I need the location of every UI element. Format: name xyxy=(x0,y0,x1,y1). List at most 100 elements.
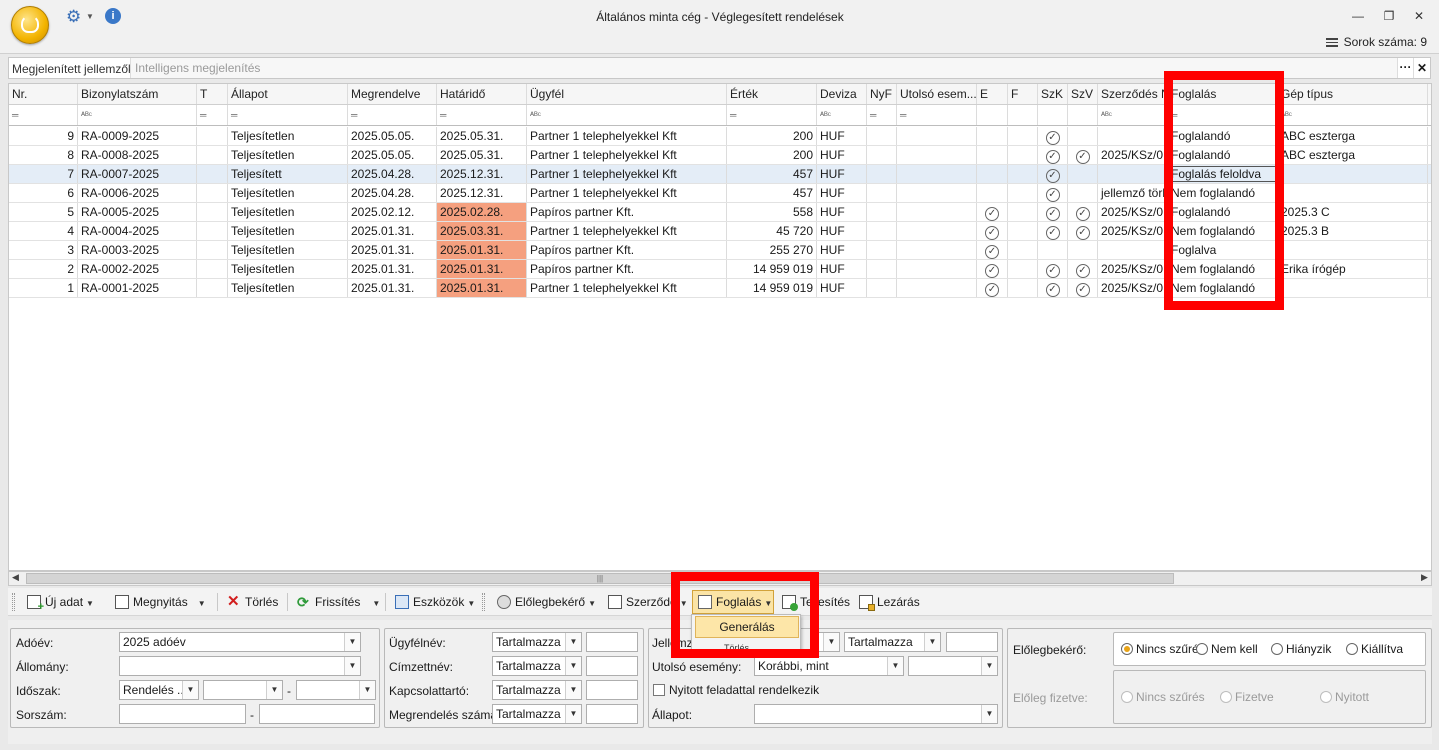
chevron-down-icon[interactable]: ▼ xyxy=(372,599,380,608)
cell-allapot[interactable]: Teljesítetlen xyxy=(228,222,348,240)
period-from-select[interactable]: ▼ xyxy=(203,680,283,700)
cell-f[interactable] xyxy=(1008,241,1038,259)
column-header-e[interactable]: E xyxy=(977,84,1008,104)
cell-szk[interactable]: ✓ xyxy=(1038,127,1068,145)
cell-fogl[interactable]: Foglalás feloldva xyxy=(1168,165,1278,183)
column-filter-ugyfel[interactable]: ᴬᴮᶜ xyxy=(527,105,727,125)
chevron-down-icon[interactable]: ▼ xyxy=(86,12,94,21)
column-filter-utolso[interactable]: ═ xyxy=(897,105,977,125)
refresh-button[interactable]: ⟳ Frissítés ▼ xyxy=(297,590,380,614)
cell-hat[interactable]: 2025.01.31. xyxy=(437,241,527,259)
toolbar-grip[interactable] xyxy=(12,593,15,611)
cell-deviza[interactable]: HUF xyxy=(817,279,867,297)
clear-properties-button[interactable]: ✕ xyxy=(1413,58,1430,78)
cell-t[interactable] xyxy=(197,165,228,183)
cell-t[interactable] xyxy=(197,241,228,259)
column-filter-szerz[interactable]: ᴬᴮᶜ xyxy=(1098,105,1168,125)
cell-gep[interactable]: 2025.3 B xyxy=(1278,222,1428,240)
checkbox-icon[interactable] xyxy=(653,683,665,696)
cell-nyf[interactable] xyxy=(867,203,897,221)
cell-allapot[interactable]: Teljesítetlen xyxy=(228,203,348,221)
radio-icon[interactable] xyxy=(1271,642,1283,655)
cell-deviza[interactable]: HUF xyxy=(817,184,867,202)
cell-gep[interactable] xyxy=(1278,184,1428,202)
cell-fogl[interactable]: Nem foglalandó xyxy=(1168,184,1278,202)
cell-megr[interactable]: 2025.05.05. xyxy=(348,127,437,145)
column-header-ertek[interactable]: Érték xyxy=(727,84,817,104)
cell-nyf[interactable] xyxy=(867,260,897,278)
cell-ugyfel[interactable]: Papíros partner Kft. xyxy=(527,203,727,221)
prepay-opt-not-needed[interactable]: Nem kell xyxy=(1196,642,1258,656)
more-options-button[interactable]: ··· xyxy=(1397,58,1413,78)
cell-deviza[interactable]: HUF xyxy=(817,222,867,240)
table-row[interactable]: 6 RA-0006-2025 Teljesítetlen 2025.04.28. 202… xyxy=(9,184,1431,203)
serial-from-input[interactable] xyxy=(119,704,246,724)
cell-szv[interactable] xyxy=(1068,165,1098,183)
cell-f[interactable] xyxy=(1008,222,1038,240)
table-row[interactable]: 2 RA-0002-2025 Teljesítetlen 2025.01.31. 202… xyxy=(9,260,1431,279)
prepay-opt-issued[interactable]: Kiállítva xyxy=(1346,642,1403,656)
grid-filter-row[interactable]: ═ ᴬᴮᶜ ═ ═ ═ ═ ᴬᴮᶜ ═ ᴬᴮᶜ ═ ═ ᴬᴮᶜ ═ ᴬᴮᶜ xyxy=(9,105,1431,126)
recipient-name-input[interactable] xyxy=(586,656,638,676)
cell-ugyfel[interactable]: Partner 1 telephelyekkel Kft xyxy=(527,127,727,145)
cell-e[interactable]: ✓ xyxy=(977,222,1008,240)
order-number-operator[interactable]: Tartalmazza ▼ xyxy=(492,704,582,724)
close-order-button[interactable]: Lezárás xyxy=(859,590,920,614)
cell-nyf[interactable] xyxy=(867,127,897,145)
cell-nyf[interactable] xyxy=(867,165,897,183)
prepayment-request-button[interactable]: Előlegbekérő ▼ xyxy=(497,590,596,614)
period-type-select[interactable]: Rendelés ... ▼ xyxy=(119,680,199,700)
cell-allapot[interactable]: Teljesített xyxy=(228,165,348,183)
chevron-down-icon[interactable]: ▼ xyxy=(823,633,839,651)
column-filter-f[interactable] xyxy=(1008,105,1038,125)
column-header-szv[interactable]: SzV xyxy=(1068,84,1098,104)
chevron-down-icon[interactable]: ▼ xyxy=(764,599,772,608)
cell-t[interactable] xyxy=(197,203,228,221)
cell-allapot[interactable]: Teljesítetlen xyxy=(228,260,348,278)
cell-deviza[interactable]: HUF xyxy=(817,146,867,164)
cell-f[interactable] xyxy=(1008,260,1038,278)
cell-hat[interactable]: 2025.05.31. xyxy=(437,127,527,145)
cell-deviza[interactable]: HUF xyxy=(817,203,867,221)
cell-szerz[interactable] xyxy=(1098,127,1168,145)
column-header-f[interactable]: F xyxy=(1008,84,1038,104)
period-to-select[interactable]: ▼ xyxy=(296,680,376,700)
order-number-input[interactable] xyxy=(586,704,638,724)
cell-nr[interactable]: 2 xyxy=(9,260,78,278)
column-filter-e[interactable] xyxy=(977,105,1008,125)
cell-fogl[interactable]: Foglalva xyxy=(1168,241,1278,259)
new-data-button[interactable]: + Új adat ▼ xyxy=(27,590,94,614)
cell-hat[interactable]: 2025.12.31. xyxy=(437,165,527,183)
column-filter-megr[interactable]: ═ xyxy=(348,105,437,125)
cell-ertek[interactable]: 558 xyxy=(727,203,817,221)
cell-ertek[interactable]: 45 720 xyxy=(727,222,817,240)
column-filter-fogl[interactable]: ═ xyxy=(1168,105,1278,125)
cell-hat[interactable]: 2025.03.31. xyxy=(437,222,527,240)
cell-fogl[interactable]: Foglalandó xyxy=(1168,146,1278,164)
column-filter-biz[interactable]: ᴬᴮᶜ xyxy=(78,105,197,125)
chevron-down-icon[interactable]: ▼ xyxy=(588,599,596,608)
open-button[interactable]: Megnyitás ▼ xyxy=(115,590,206,614)
chevron-down-icon[interactable]: ▼ xyxy=(924,633,940,651)
column-filter-deviza[interactable]: ᴬᴮᶜ xyxy=(817,105,867,125)
cell-utolso[interactable] xyxy=(897,165,977,183)
cell-szerz[interactable]: 2025/KSz/0... xyxy=(1098,279,1168,297)
cell-ertek[interactable]: 457 xyxy=(727,184,817,202)
cell-nyf[interactable] xyxy=(867,241,897,259)
cell-allapot[interactable]: Teljesítetlen xyxy=(228,184,348,202)
cell-utolso[interactable] xyxy=(897,222,977,240)
chevron-down-icon[interactable]: ▼ xyxy=(565,657,581,675)
menu-item-delete[interactable]: Törlés xyxy=(724,643,749,653)
column-filter-allapot[interactable]: ═ xyxy=(228,105,348,125)
cell-biz[interactable]: RA-0001-2025 xyxy=(78,279,197,297)
cell-nr[interactable]: 1 xyxy=(9,279,78,297)
cell-e[interactable] xyxy=(977,165,1008,183)
cell-hat[interactable]: 2025.02.28. xyxy=(437,203,527,221)
column-header-hat[interactable]: Határidő xyxy=(437,84,527,104)
cell-ertek[interactable]: 255 270 xyxy=(727,241,817,259)
column-header-allapot[interactable]: Állapot xyxy=(228,84,348,104)
cell-ertek[interactable]: 14 959 019 xyxy=(727,279,817,297)
cell-szerz[interactable] xyxy=(1098,241,1168,259)
cell-fogl[interactable]: Nem foglalandó xyxy=(1168,222,1278,240)
cell-deviza[interactable]: HUF xyxy=(817,127,867,145)
